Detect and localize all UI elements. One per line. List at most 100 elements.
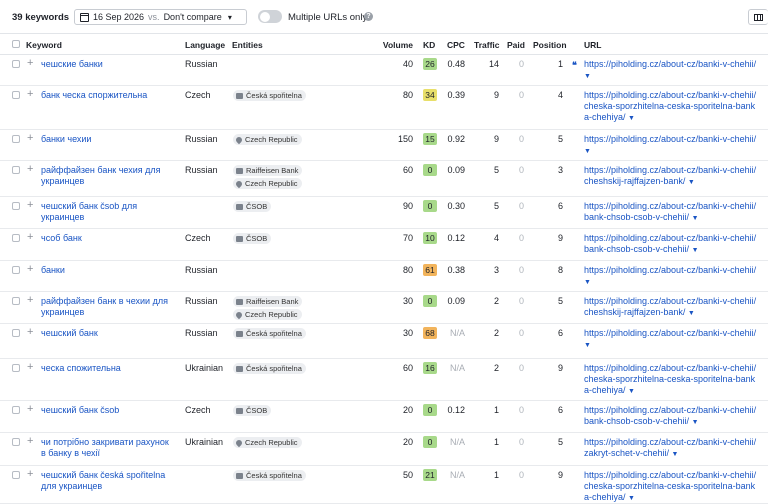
add-keyword-icon[interactable]: +: [27, 264, 33, 275]
row-checkbox[interactable]: [12, 135, 20, 143]
add-keyword-icon[interactable]: +: [27, 232, 33, 243]
entity-chip[interactable]: Česká spořitelna: [233, 90, 306, 101]
add-keyword-icon[interactable]: +: [27, 436, 33, 447]
caret-down-icon[interactable]: ▼: [628, 115, 635, 122]
select-all-checkbox[interactable]: [12, 40, 20, 48]
row-checkbox[interactable]: [12, 166, 20, 174]
add-keyword-icon[interactable]: +: [27, 404, 33, 415]
keyword-link[interactable]: чешские банки: [41, 59, 176, 70]
col-cpc[interactable]: CPC: [447, 40, 465, 50]
caret-down-icon[interactable]: ▼: [584, 148, 591, 155]
caret-down-icon[interactable]: ▼: [628, 388, 635, 395]
entity-chip[interactable]: Czech Republic: [233, 309, 302, 320]
add-keyword-icon[interactable]: +: [27, 89, 33, 100]
traffic-value: 2: [493, 328, 499, 338]
row-checkbox[interactable]: [12, 202, 20, 210]
entity-chip[interactable]: ČSOB: [233, 233, 272, 244]
keyword-link[interactable]: чешский банк: [41, 328, 176, 339]
url-link[interactable]: https://piholding.cz/about-cz/banki-v-ch…: [584, 265, 760, 288]
caret-down-icon[interactable]: ▼: [688, 310, 695, 317]
entity-chip[interactable]: Česká spořitelna: [233, 363, 306, 374]
keyword-link[interactable]: чешский банк čsob: [41, 405, 176, 416]
cpc-value: 0.48: [447, 59, 465, 69]
caret-down-icon[interactable]: ▼: [584, 279, 591, 286]
columns-button[interactable]: [748, 9, 768, 25]
entity-chip[interactable]: Raiffeisen Bank: [233, 165, 303, 176]
add-keyword-icon[interactable]: +: [27, 133, 33, 144]
url-link[interactable]: https://piholding.cz/about-cz/banki-v-ch…: [584, 405, 760, 428]
help-icon[interactable]: ?: [364, 12, 373, 21]
row-checkbox[interactable]: [12, 364, 20, 372]
caret-down-icon[interactable]: ▼: [692, 419, 699, 426]
url-link[interactable]: https://piholding.cz/about-cz/banki-v-ch…: [584, 470, 760, 504]
keyword-link[interactable]: банки: [41, 265, 176, 276]
multiple-urls-toggle[interactable]: [258, 10, 282, 23]
serp-features-icon[interactable]: ❝: [572, 60, 577, 71]
entity-chip[interactable]: Česká spořitelna: [233, 328, 306, 339]
url-link[interactable]: https://piholding.cz/about-cz/banki-v-ch…: [584, 296, 760, 319]
url-link[interactable]: https://piholding.cz/about-cz/banki-v-ch…: [584, 165, 760, 188]
row-checkbox[interactable]: [12, 438, 20, 446]
caret-down-icon[interactable]: ▼: [584, 342, 591, 349]
url-link[interactable]: https://piholding.cz/about-cz/banki-v-ch…: [584, 59, 760, 82]
entity-chip[interactable]: ČSOB: [233, 405, 272, 416]
table-row: + чешский банк česká spořitelna для украи…: [0, 466, 768, 504]
add-keyword-icon[interactable]: +: [27, 58, 33, 69]
row-checkbox[interactable]: [12, 329, 20, 337]
col-position[interactable]: Position: [533, 40, 567, 50]
keyword-link[interactable]: чсоб банк: [41, 233, 176, 244]
row-checkbox[interactable]: [12, 266, 20, 274]
caret-down-icon[interactable]: ▼: [628, 495, 635, 502]
col-language[interactable]: Language: [185, 40, 225, 50]
url-link[interactable]: https://piholding.cz/about-cz/banki-v-ch…: [584, 437, 760, 460]
row-checkbox[interactable]: [12, 406, 20, 414]
row-checkbox[interactable]: [12, 234, 20, 242]
add-keyword-icon[interactable]: +: [27, 164, 33, 175]
keyword-link[interactable]: банк ческа споржительна: [41, 90, 176, 101]
col-traffic[interactable]: Traffic: [474, 40, 500, 50]
keyword-link[interactable]: банки чехии: [41, 134, 176, 145]
col-entities[interactable]: Entities: [232, 40, 263, 50]
add-keyword-icon[interactable]: +: [27, 362, 33, 373]
entity-chip[interactable]: ČSOB: [233, 201, 272, 212]
col-paid[interactable]: Paid: [507, 40, 525, 50]
keyword-link[interactable]: райффайзен банк в чехии для украинцев: [41, 296, 176, 318]
caret-down-icon[interactable]: ▼: [692, 215, 699, 222]
caret-down-icon[interactable]: ▼: [584, 73, 591, 80]
url-link[interactable]: https://piholding.cz/about-cz/banki-v-ch…: [584, 201, 760, 224]
url-link[interactable]: https://piholding.cz/about-cz/banki-v-ch…: [584, 134, 760, 157]
keyword-link[interactable]: райффайзен банк чехия для украинцев: [41, 165, 176, 187]
entity-chip[interactable]: Czech Republic: [233, 178, 302, 189]
url-link[interactable]: https://piholding.cz/about-cz/banki-v-ch…: [584, 233, 760, 256]
caret-down-icon[interactable]: ▼: [692, 247, 699, 254]
col-kd[interactable]: KD: [423, 40, 435, 50]
caret-down-icon[interactable]: ▼: [688, 179, 695, 186]
language-text: Czech: [185, 90, 211, 100]
keyword-link[interactable]: ческа спожительна: [41, 363, 176, 374]
keyword-link[interactable]: чешский банк čsob для украинцев: [41, 201, 176, 223]
url-link[interactable]: https://piholding.cz/about-cz/banki-v-ch…: [584, 363, 760, 397]
add-keyword-icon[interactable]: +: [27, 200, 33, 211]
url-link[interactable]: https://piholding.cz/about-cz/banki-v-ch…: [584, 90, 760, 124]
pin-icon: [234, 438, 244, 447]
entity-chip[interactable]: Raiffeisen Bank: [233, 296, 303, 307]
entity-chip[interactable]: Česká spořitelna: [233, 470, 306, 481]
keyword-link[interactable]: чешский банк česká spořitelna для украин…: [41, 470, 176, 492]
col-keyword[interactable]: Keyword: [26, 40, 62, 50]
date-compare-button[interactable]: 16 Sep 2026 vs. Don't compare ▾: [74, 9, 247, 25]
traffic-value: 1: [493, 405, 499, 415]
entity-chip[interactable]: Czech Republic: [233, 134, 302, 145]
keyword-link[interactable]: чи потрібно закривати рахунок в банку в …: [41, 437, 176, 459]
row-checkbox[interactable]: [12, 91, 20, 99]
caret-down-icon[interactable]: ▼: [672, 451, 679, 458]
url-link[interactable]: https://piholding.cz/about-cz/banki-v-ch…: [584, 328, 760, 351]
row-checkbox[interactable]: [12, 471, 20, 479]
col-url[interactable]: URL: [584, 40, 601, 50]
add-keyword-icon[interactable]: +: [27, 327, 33, 338]
add-keyword-icon[interactable]: +: [27, 295, 33, 306]
col-volume[interactable]: Volume: [372, 40, 413, 50]
entity-chip[interactable]: Czech Republic: [233, 437, 302, 448]
row-checkbox[interactable]: [12, 60, 20, 68]
add-keyword-icon[interactable]: +: [27, 469, 33, 480]
row-checkbox[interactable]: [12, 297, 20, 305]
